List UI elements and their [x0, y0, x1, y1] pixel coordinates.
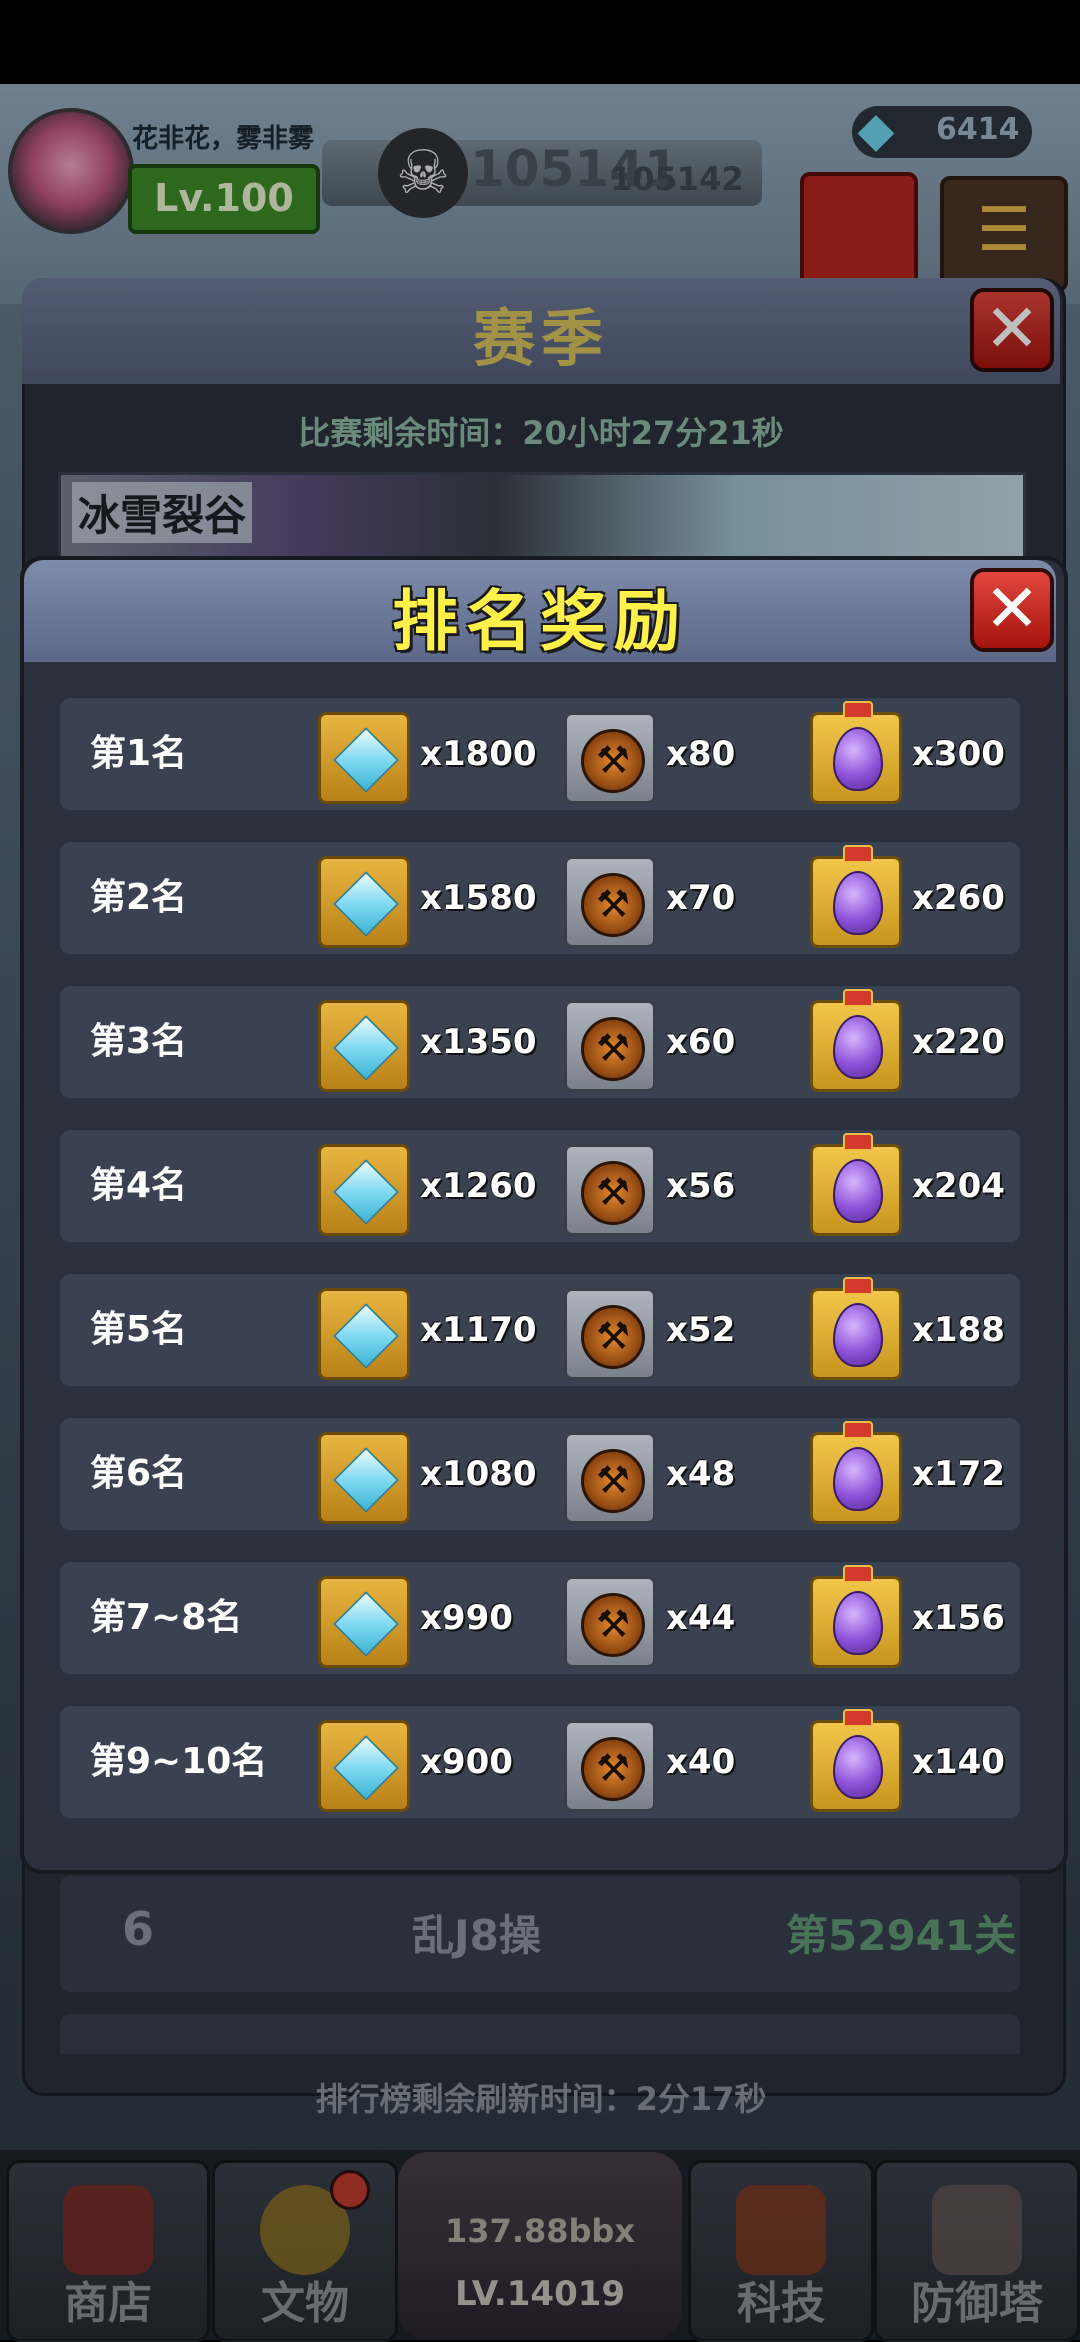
rank-reward-title: 排名奖励 [392, 583, 688, 660]
rank-reward-row: 第3名 x1350 ⚒ x60 x220 [60, 986, 1020, 1098]
diamond-quantity: x990 [420, 1598, 513, 1638]
rank-reward-row: 第6名 x1080 ⚒ x48 x172 [60, 1418, 1020, 1530]
diamond-icon [333, 1159, 399, 1225]
rank-label: 第9~10名 [90, 1741, 268, 1782]
egg-reward-slot[interactable] [810, 845, 902, 948]
egg-quantity: x204 [912, 1166, 1005, 1206]
pickaxe-reward-slot[interactable]: ⚒ [564, 712, 656, 804]
crown-icon [843, 1709, 873, 1727]
diamond-reward-slot[interactable] [318, 1000, 410, 1092]
diamond-quantity: x1800 [420, 734, 537, 774]
egg-reward-slot[interactable] [810, 701, 902, 804]
purple-egg-icon [833, 1591, 883, 1655]
egg-quantity: x300 [912, 734, 1005, 774]
egg-reward-slot[interactable] [810, 989, 902, 1092]
pickaxe-quantity: x60 [666, 1022, 736, 1062]
diamond-quantity: x900 [420, 1742, 513, 1782]
pickaxe-icon: ⚒ [581, 1161, 645, 1225]
rank-label: 第5名 [90, 1309, 188, 1350]
egg-reward-slot[interactable] [810, 1133, 902, 1236]
rank-reward-row: 第2名 x1580 ⚒ x70 x260 [60, 842, 1020, 954]
diamond-quantity: x1080 [420, 1454, 537, 1494]
pickaxe-reward-slot[interactable]: ⚒ [564, 1432, 656, 1524]
rank-reward-row: 第7~8名 x990 ⚒ x44 x156 [60, 1562, 1020, 1674]
egg-quantity: x220 [912, 1022, 1005, 1062]
egg-quantity: x260 [912, 878, 1005, 918]
diamond-icon [333, 1735, 399, 1801]
egg-quantity: x172 [912, 1454, 1005, 1494]
pickaxe-quantity: x40 [666, 1742, 736, 1782]
purple-egg-icon [833, 1735, 883, 1799]
diamond-reward-slot[interactable] [318, 712, 410, 804]
crown-icon [843, 1277, 873, 1295]
rank-label: 第6名 [90, 1453, 188, 1494]
diamond-reward-slot[interactable] [318, 1288, 410, 1380]
pickaxe-reward-slot[interactable]: ⚒ [564, 1144, 656, 1236]
rank-label: 第2名 [90, 877, 188, 918]
rank-reward-row: 第4名 x1260 ⚒ x56 x204 [60, 1130, 1020, 1242]
diamond-reward-slot[interactable] [318, 856, 410, 948]
purple-egg-icon [833, 1447, 883, 1511]
diamond-icon [333, 1591, 399, 1657]
pickaxe-icon: ⚒ [581, 729, 645, 793]
purple-egg-icon [833, 1303, 883, 1367]
egg-quantity: x188 [912, 1310, 1005, 1350]
pickaxe-reward-slot[interactable]: ⚒ [564, 856, 656, 948]
purple-egg-icon [833, 1015, 883, 1079]
diamond-reward-slot[interactable] [318, 1432, 410, 1524]
rank-reward-close-button[interactable]: ✕ [970, 568, 1054, 652]
crown-icon [843, 1421, 873, 1439]
diamond-icon [333, 1303, 399, 1369]
diamond-icon [333, 1015, 399, 1081]
egg-reward-slot[interactable] [810, 1709, 902, 1812]
crown-icon [843, 1565, 873, 1583]
diamond-reward-slot[interactable] [318, 1144, 410, 1236]
purple-egg-icon [833, 871, 883, 935]
rank-label: 第7~8名 [90, 1597, 243, 1638]
crown-icon [843, 1133, 873, 1151]
crown-icon [843, 989, 873, 1007]
diamond-reward-slot[interactable] [318, 1576, 410, 1668]
pickaxe-reward-slot[interactable]: ⚒ [564, 1720, 656, 1812]
pickaxe-icon: ⚒ [581, 873, 645, 937]
pickaxe-icon: ⚒ [581, 1449, 645, 1513]
diamond-quantity: x1170 [420, 1310, 537, 1350]
rank-label: 第1名 [90, 733, 188, 774]
egg-reward-slot[interactable] [810, 1565, 902, 1668]
pickaxe-reward-slot[interactable]: ⚒ [564, 1000, 656, 1092]
pickaxe-quantity: x44 [666, 1598, 736, 1638]
crown-icon [843, 845, 873, 863]
diamond-icon [333, 727, 399, 793]
diamond-quantity: x1260 [420, 1166, 537, 1206]
pickaxe-quantity: x70 [666, 878, 736, 918]
purple-egg-icon [833, 727, 883, 791]
rank-reward-row: 第5名 x1170 ⚒ x52 x188 [60, 1274, 1020, 1386]
pickaxe-icon: ⚒ [581, 1305, 645, 1369]
pickaxe-icon: ⚒ [581, 1593, 645, 1657]
rank-label: 第3名 [90, 1021, 188, 1062]
pickaxe-quantity: x52 [666, 1310, 736, 1350]
diamond-icon [333, 871, 399, 937]
egg-reward-slot[interactable] [810, 1421, 902, 1524]
pickaxe-quantity: x80 [666, 734, 736, 774]
pickaxe-reward-slot[interactable]: ⚒ [564, 1288, 656, 1380]
egg-reward-slot[interactable] [810, 1277, 902, 1380]
pickaxe-quantity: x48 [666, 1454, 736, 1494]
egg-quantity: x156 [912, 1598, 1005, 1638]
diamond-reward-slot[interactable] [318, 1720, 410, 1812]
purple-egg-icon [833, 1159, 883, 1223]
rank-label: 第4名 [90, 1165, 188, 1206]
pickaxe-icon: ⚒ [581, 1737, 645, 1801]
diamond-quantity: x1580 [420, 878, 537, 918]
pickaxe-quantity: x56 [666, 1166, 736, 1206]
rank-reward-row: 第1名 x1800 ⚒ x80 x300 [60, 698, 1020, 810]
pickaxe-reward-slot[interactable]: ⚒ [564, 1576, 656, 1668]
diamond-icon [333, 1447, 399, 1513]
diamond-quantity: x1350 [420, 1022, 537, 1062]
crown-icon [843, 701, 873, 719]
pickaxe-icon: ⚒ [581, 1017, 645, 1081]
egg-quantity: x140 [912, 1742, 1005, 1782]
rank-reward-row: 第9~10名 x900 ⚒ x40 x140 [60, 1706, 1020, 1818]
